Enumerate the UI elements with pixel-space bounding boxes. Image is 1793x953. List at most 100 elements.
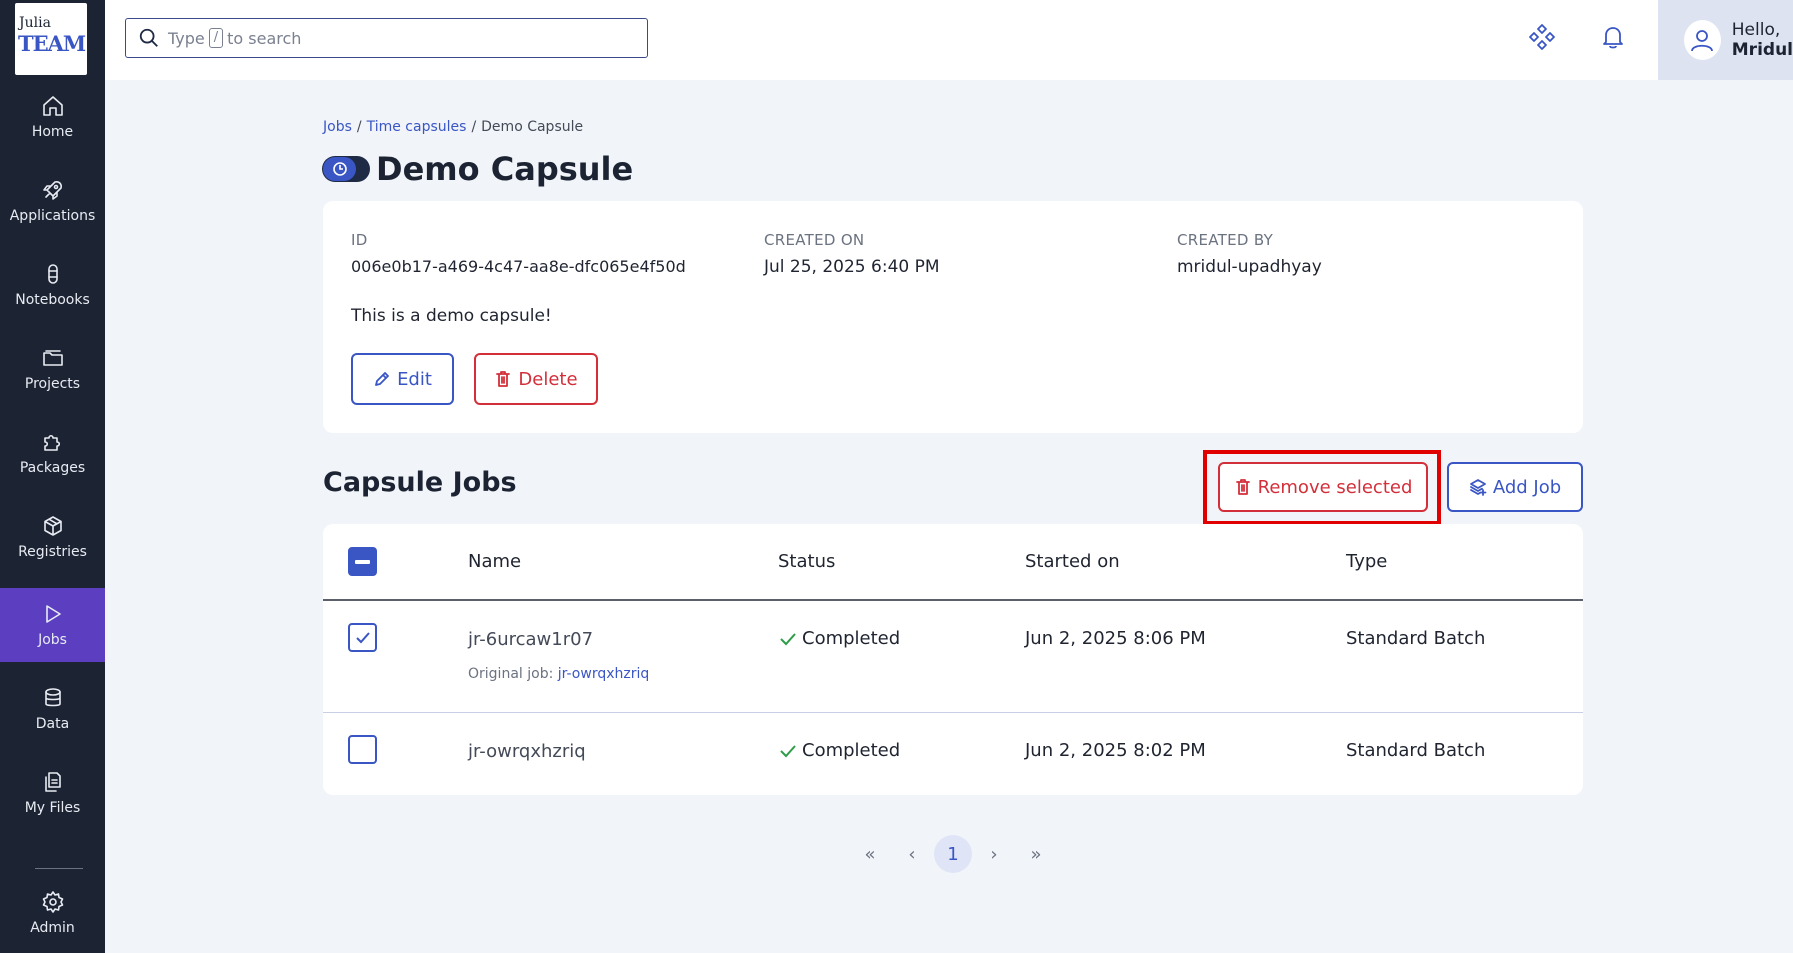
- check-icon: [780, 744, 796, 757]
- job-status-text: Completed: [802, 740, 901, 761]
- job-status: Completed: [778, 628, 900, 649]
- job-status-text: Completed: [802, 628, 901, 649]
- pagination-last[interactable]: »: [1026, 835, 1046, 873]
- sidebar: Julia TEAM Home Applications Notebooks P…: [0, 0, 105, 953]
- select-all-checkbox[interactable]: [348, 547, 377, 576]
- page-title: Demo Capsule: [376, 150, 634, 188]
- box-icon: [43, 516, 62, 536]
- delete-button[interactable]: Delete: [474, 353, 598, 405]
- original-job-link[interactable]: jr-owrqxhzriq: [558, 666, 650, 682]
- notebook-icon: [47, 264, 58, 284]
- id-value: 006e0b17-a469-4c47-aa8e-dfc065e4f50d: [351, 257, 686, 276]
- folder-icon: [42, 350, 63, 366]
- created-by-value: mridul-upadhyay: [1177, 257, 1322, 277]
- title-row: Demo Capsule: [322, 150, 633, 188]
- user-icon: [1691, 30, 1714, 52]
- sidebar-item-label: Registries: [18, 544, 87, 560]
- row-checkbox[interactable]: [348, 623, 377, 652]
- column-header-name[interactable]: Name: [468, 551, 521, 572]
- sidebar-item-admin[interactable]: Admin: [0, 876, 105, 950]
- puzzle-icon: [43, 434, 60, 451]
- home-icon: [42, 96, 63, 116]
- sidebar-item-notebooks[interactable]: Notebooks: [0, 248, 105, 322]
- remove-selected-button[interactable]: Remove selected: [1218, 462, 1428, 512]
- avatar: [1684, 20, 1721, 60]
- layers-plus-icon: [1469, 479, 1487, 496]
- table-row[interactable]: jr-6urcaw1r07 Original job: jr-owrqxhzri…: [323, 601, 1583, 713]
- julia-team-logo[interactable]: Julia TEAM: [15, 3, 87, 75]
- sidebar-item-applications[interactable]: Applications: [0, 164, 105, 238]
- job-started-on: Jun 2, 2025 8:02 PM: [1025, 740, 1206, 761]
- database-icon: [44, 688, 61, 707]
- delete-button-label: Delete: [518, 368, 578, 390]
- original-job: Original job: jr-owrqxhzriq: [468, 666, 649, 682]
- sidebar-item-home[interactable]: Home: [0, 80, 105, 154]
- sidebar-item-label: Data: [35, 716, 70, 732]
- id-field: ID 006e0b17-a469-4c47-aa8e-dfc065e4f50d: [351, 231, 686, 276]
- breadcrumb-current: Demo Capsule: [481, 119, 584, 135]
- add-job-button[interactable]: Add Job: [1447, 462, 1583, 512]
- edit-button[interactable]: Edit: [351, 353, 454, 405]
- logo-text-team: TEAM: [18, 31, 86, 56]
- user-menu[interactable]: Hello, Mridul: [1658, 0, 1793, 80]
- time-capsule-badge: [322, 156, 370, 182]
- sidebar-item-label: Notebooks: [15, 292, 90, 308]
- add-job-label: Add Job: [1492, 476, 1562, 498]
- capsule-description: This is a demo capsule!: [351, 306, 552, 326]
- trash-icon: [496, 371, 511, 387]
- remove-selected-label: Remove selected: [1257, 476, 1413, 498]
- sidebar-item-label: Jobs: [38, 632, 67, 648]
- capsule-info-card: ID 006e0b17-a469-4c47-aa8e-dfc065e4f50d …: [323, 201, 1583, 433]
- user-name: Mridul: [1731, 40, 1793, 60]
- sidebar-item-packages[interactable]: Packages: [0, 416, 105, 490]
- user-greeting: Hello,: [1731, 20, 1781, 40]
- sidebar-item-label: Home: [31, 124, 74, 140]
- search-shortcut-key: /: [208, 28, 224, 48]
- bell-icon[interactable]: [1598, 22, 1628, 52]
- column-header-started-on[interactable]: Started on: [1025, 551, 1120, 572]
- pagination-first[interactable]: «: [860, 835, 880, 873]
- sidebar-item-data[interactable]: Data: [0, 672, 105, 746]
- sidebar-item-label: My Files: [24, 800, 81, 816]
- search-input[interactable]: Type / to search: [125, 18, 648, 58]
- trash-icon: [1235, 479, 1250, 495]
- pagination-next[interactable]: ›: [984, 835, 1004, 873]
- top-bar: Type / to search Hello, Mridul: [105, 0, 1793, 80]
- job-status: Completed: [778, 740, 900, 761]
- job-name[interactable]: jr-owrqxhzriq: [468, 741, 586, 762]
- files-icon: [44, 772, 61, 792]
- sidebar-item-registries[interactable]: Registries: [0, 500, 105, 574]
- column-header-status[interactable]: Status: [778, 551, 835, 572]
- column-header-type[interactable]: Type: [1346, 551, 1387, 572]
- sidebar-item-label: Admin: [30, 920, 75, 936]
- created-on-field: CREATED ON Jul 25, 2025 6:40 PM: [764, 231, 940, 277]
- sidebar-item-my-files[interactable]: My Files: [0, 756, 105, 830]
- table-row[interactable]: jr-owrqxhzriq Completed Jun 2, 2025 8:02…: [323, 713, 1583, 795]
- sidebar-divider: [35, 868, 83, 869]
- pagination-prev[interactable]: ‹: [902, 835, 922, 873]
- play-icon: [45, 605, 61, 623]
- sidebar-item-jobs[interactable]: Jobs: [0, 588, 105, 662]
- check-icon: [780, 632, 796, 645]
- job-name[interactable]: jr-6urcaw1r07: [468, 629, 593, 650]
- sidebar-item-projects[interactable]: Projects: [0, 332, 105, 406]
- created-on-label: CREATED ON: [764, 231, 865, 249]
- rocket-icon: [42, 181, 62, 200]
- job-started-on: Jun 2, 2025 8:06 PM: [1025, 628, 1206, 649]
- created-by-label: CREATED BY: [1177, 231, 1274, 249]
- section-title-capsule-jobs: Capsule Jobs: [323, 467, 517, 498]
- table-header: Name Status Started on Type: [323, 524, 1583, 601]
- row-checkbox[interactable]: [348, 735, 377, 764]
- sidebar-item-label: Applications: [9, 208, 96, 224]
- created-by-field: CREATED BY mridul-upadhyay: [1177, 231, 1322, 277]
- gear-icon: [42, 891, 63, 913]
- original-job-label: Original job:: [468, 666, 554, 682]
- id-label: ID: [351, 231, 368, 249]
- breadcrumb-jobs[interactable]: Jobs: [323, 119, 352, 135]
- search-placeholder-suffix: to search: [227, 28, 302, 48]
- apps-diamond-icon[interactable]: [1527, 22, 1557, 52]
- pagination-page-1[interactable]: 1: [934, 835, 972, 873]
- job-type: Standard Batch: [1346, 628, 1486, 649]
- breadcrumb-time-capsules[interactable]: Time capsules: [367, 119, 467, 135]
- sidebar-item-label: Packages: [19, 460, 86, 476]
